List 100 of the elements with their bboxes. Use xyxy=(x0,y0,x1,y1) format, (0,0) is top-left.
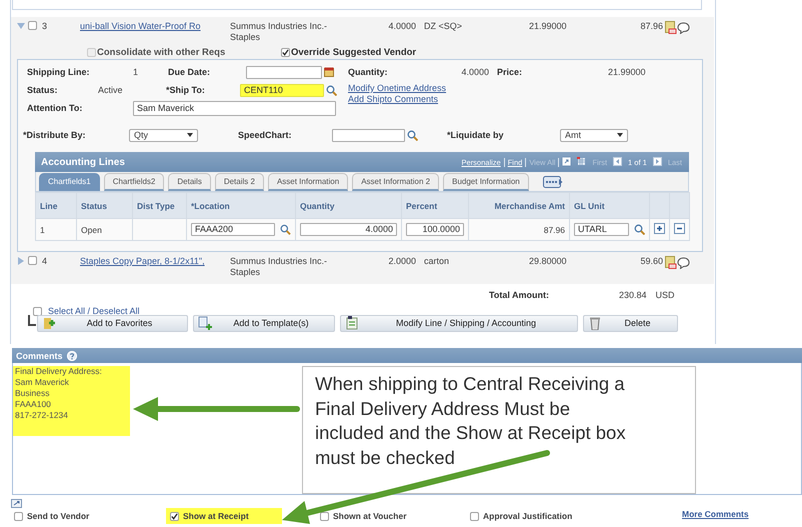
checkbox[interactable] xyxy=(14,512,23,520)
select-all-link[interactable]: Select All / Deselect All xyxy=(48,306,140,316)
field-label: Due Date: xyxy=(168,67,210,77)
field-label: *Ship To: xyxy=(166,85,205,95)
checkbox[interactable] xyxy=(281,48,290,56)
checkbox[interactable] xyxy=(28,21,37,30)
line-number: 3 xyxy=(42,21,48,31)
show-all-columns-icon[interactable] xyxy=(542,176,563,188)
column-header: *Location xyxy=(186,192,296,218)
column-header: Status xyxy=(76,192,132,218)
gl-unit-field[interactable]: UTARL xyxy=(574,223,629,236)
action-button[interactable]: Add to Template(s) xyxy=(193,314,335,332)
add-row-icon[interactable] xyxy=(654,223,665,234)
item-description-link[interactable]: Staples Copy Paper, 8-1/2x11", xyxy=(80,256,205,266)
search-icon[interactable] xyxy=(280,224,291,235)
table-cell: Open xyxy=(76,218,132,240)
field-label: Price: xyxy=(497,67,522,77)
document-icon[interactable] xyxy=(665,21,677,34)
field-label: Shipping Line: xyxy=(27,67,90,77)
column-header: GL Unit xyxy=(570,192,650,218)
date-field[interactable] xyxy=(246,66,322,78)
column-header: Line xyxy=(36,192,76,218)
quantity-field[interactable]: 4.0000 xyxy=(300,223,397,236)
section-title: Comments xyxy=(16,350,63,360)
link[interactable]: Modify Onetime Address xyxy=(348,83,446,93)
search-icon[interactable] xyxy=(326,84,337,96)
more-comments-link[interactable]: More Comments xyxy=(682,509,749,519)
callout-text: When shipping to Central Receiving a Final Delivery Address Must be included and the Show at Receipt box must be checked xyxy=(302,366,696,494)
grid-icon[interactable] xyxy=(577,156,586,166)
price-value: 29.80000 xyxy=(529,256,567,266)
checkbox[interactable] xyxy=(28,256,37,265)
checkbox-label: Override Suggested Vendor xyxy=(291,46,416,58)
tab[interactable]: Details 2 xyxy=(214,173,264,191)
caret-icon xyxy=(617,133,623,137)
document-icon[interactable] xyxy=(665,256,677,269)
column-header: Quantity xyxy=(296,192,402,218)
checkbox[interactable] xyxy=(470,512,479,520)
location-field[interactable]: FAAA200 xyxy=(191,223,276,236)
favorites-icon xyxy=(42,316,56,330)
checkbox-label: Send to Vendor xyxy=(27,511,90,521)
comment-icon[interactable] xyxy=(677,256,690,268)
unit-of-measure: carton xyxy=(424,256,450,266)
ship-to-field[interactable]: CENT110 xyxy=(240,84,324,96)
column-header: Merchandise Amt xyxy=(468,192,570,218)
delete-button[interactable]: Delete xyxy=(583,314,678,332)
amount-value: 87.96 xyxy=(640,21,663,31)
speedchart-field[interactable] xyxy=(332,128,405,142)
dropdown[interactable]: Amt xyxy=(560,128,628,142)
checkbox-label: Approval Justification xyxy=(483,511,572,521)
field-label: SpeedChart: xyxy=(238,130,292,140)
trash-icon xyxy=(588,316,602,330)
vendor-name: Summus Industries Inc.- Staples xyxy=(230,256,328,277)
field-value: 1 xyxy=(133,67,138,77)
tab[interactable]: Budget Information xyxy=(443,173,529,191)
next-icon[interactable] xyxy=(652,156,662,166)
currency: USD xyxy=(656,290,675,300)
zoom-icon[interactable] xyxy=(562,156,572,166)
link[interactable]: Add Shipto Comments xyxy=(348,94,446,104)
expand-icon[interactable] xyxy=(11,499,22,508)
grid-title: Accounting Lines xyxy=(41,156,125,168)
quantity-value: 4.0000 xyxy=(388,21,416,31)
template-icon xyxy=(198,316,212,330)
price-value: 21.99000 xyxy=(529,21,567,31)
document-edit-icon xyxy=(345,316,359,330)
attention-field[interactable]: Sam Maverick xyxy=(133,100,336,116)
amount-value: 59.60 xyxy=(640,256,663,266)
tab[interactable]: Asset Information xyxy=(268,173,348,191)
vendor-name: Summus Industries Inc.- Staples xyxy=(230,21,328,42)
help-icon[interactable] xyxy=(66,350,77,360)
tab[interactable]: Details xyxy=(168,173,211,191)
search-icon[interactable] xyxy=(634,224,645,235)
total-value: 230.84 xyxy=(619,290,647,300)
table-cell: 87.96 xyxy=(468,218,570,240)
action-button[interactable]: Add to Favorites xyxy=(37,314,188,332)
tab[interactable]: Chartfields2 xyxy=(104,173,164,191)
checkbox[interactable] xyxy=(170,512,179,520)
item-description-link[interactable]: uni-ball Vision Water-Proof Ro xyxy=(80,21,201,31)
line-number: 4 xyxy=(42,256,48,266)
previous-icon[interactable] xyxy=(613,156,622,166)
checkbox[interactable] xyxy=(33,306,42,316)
checkbox-label: Shown at Voucher xyxy=(333,511,407,521)
checkbox[interactable] xyxy=(320,512,329,520)
dropdown[interactable]: Qty xyxy=(129,128,198,142)
action-button[interactable]: Modify Line / Shipping / Accounting xyxy=(340,314,578,332)
field-value: 21.99000 xyxy=(608,67,646,77)
table-cell: 1 xyxy=(36,218,76,240)
field-label: *Liquidate by xyxy=(447,130,504,140)
total-label: Total Amount: xyxy=(489,290,550,300)
checkbox-label: Show at Receipt xyxy=(183,511,249,521)
percent-field[interactable]: 100.0000 xyxy=(406,223,464,236)
delete-row-icon[interactable] xyxy=(674,223,685,234)
unit-of-measure: DZ <SQ> xyxy=(424,21,462,31)
field-value: Active xyxy=(98,85,123,95)
field-label: *Distribute By: xyxy=(23,130,86,140)
search-icon[interactable] xyxy=(407,130,418,140)
field-value: 4.0000 xyxy=(461,67,489,77)
calendar-icon[interactable] xyxy=(324,67,334,77)
tab[interactable]: Asset Information 2 xyxy=(352,173,440,191)
comment-icon[interactable] xyxy=(677,22,690,34)
quantity-value: 2.0000 xyxy=(388,256,416,266)
